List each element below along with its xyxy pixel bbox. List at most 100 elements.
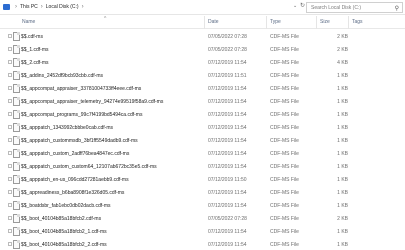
chevron-right-icon[interactable]: › <box>41 4 43 10</box>
file-name: $$_2.cdf-ms <box>21 60 49 66</box>
file-date: 07/12/2019 11:54 <box>208 203 247 209</box>
table-row[interactable]: $$_apppatch_1343992cbbbe0cab.cdf-ms 07/12… <box>0 122 405 133</box>
column-divider[interactable] <box>348 16 349 29</box>
chevron-right-icon[interactable]: › <box>15 4 17 10</box>
column-tags[interactable]: Tags <box>352 19 363 25</box>
checkbox[interactable] <box>8 164 12 168</box>
table-row[interactable]: $$_apppatch_custommsdb_3bf1ff5549dadb9.c… <box>0 135 405 146</box>
file-size: 1 KB <box>337 203 348 209</box>
file-type: CDF-MS File <box>270 125 299 131</box>
chevron-down-icon[interactable]: ⌄ <box>293 3 297 9</box>
column-type[interactable]: Type <box>270 19 281 25</box>
file-type: CDF-MS File <box>270 242 299 248</box>
address-bar[interactable]: › This PC › Local Disk (C:) › ⌄ ↻ Search… <box>0 0 405 15</box>
file-date: 07/05/2022 07:28 <box>208 216 247 222</box>
file-icon <box>13 188 20 197</box>
search-icon[interactable]: ⚲ <box>395 5 399 12</box>
table-row[interactable]: $$_apppatch_custom_custom64_12107ab672bc… <box>0 161 405 172</box>
checkbox[interactable] <box>8 138 12 142</box>
file-size: 1 KB <box>337 86 348 92</box>
breadcrumb-local-disk[interactable]: Local Disk (C:) <box>46 4 79 10</box>
checkbox[interactable] <box>8 242 12 246</box>
column-size[interactable]: Size <box>320 19 330 25</box>
checkbox[interactable] <box>8 203 12 207</box>
file-type: CDF-MS File <box>270 151 299 157</box>
file-type: CDF-MS File <box>270 138 299 144</box>
file-name: $$_appreadiness_b6ba8908f1e326d05.cdf-ms <box>21 190 125 196</box>
checkbox[interactable] <box>8 125 12 129</box>
file-type: CDF-MS File <box>270 229 299 235</box>
checkbox[interactable] <box>8 47 12 51</box>
checkbox[interactable] <box>8 99 12 103</box>
file-icon <box>13 175 20 184</box>
file-icon <box>13 227 20 236</box>
checkbox[interactable] <box>8 177 12 181</box>
checkbox[interactable] <box>8 190 12 194</box>
table-row[interactable]: $$_2.cdf-ms 07/12/2019 11:54 CDF-MS File 4 … <box>0 57 405 68</box>
table-row[interactable]: $$_boot_40104b85a18bfcb2_1.cdf-ms 07/12/2… <box>0 226 405 237</box>
chevron-right-icon[interactable]: › <box>82 4 84 10</box>
file-name: $$_appcompat_appraiser_telemetry_94274e9… <box>21 99 164 105</box>
file-type: CDF-MS File <box>270 60 299 66</box>
table-row[interactable]: $$_boatdsbr_fab1ebc0db02dacb.cdf-ms 07/12… <box>0 200 405 211</box>
file-date: 07/12/2019 11:54 <box>208 112 247 118</box>
file-date: 07/12/2019 11:54 <box>208 242 247 248</box>
file-date: 07/05/2022 07:28 <box>208 34 247 40</box>
file-date: 07/12/2019 11:50 <box>208 177 247 183</box>
checkbox[interactable] <box>8 73 12 77</box>
file-name: $$_apppatch_custom_2adff76bea4847ec.cdf-… <box>21 151 130 157</box>
file-icon <box>13 71 20 80</box>
file-type: CDF-MS File <box>270 34 299 40</box>
refresh-icon[interactable]: ↻ <box>300 2 305 9</box>
checkbox[interactable] <box>8 34 12 38</box>
file-date: 07/12/2019 11:54 <box>208 229 247 235</box>
file-type: CDF-MS File <box>270 112 299 118</box>
checkbox[interactable] <box>8 216 12 220</box>
file-type: CDF-MS File <box>270 47 299 53</box>
checkbox[interactable] <box>8 229 12 233</box>
file-type: CDF-MS File <box>270 177 299 183</box>
file-size: 1 KB <box>337 73 348 79</box>
checkbox[interactable] <box>8 151 12 155</box>
table-row[interactable]: $$_apppatch_en-us_096cdd27281aebb9.cdf-m… <box>0 174 405 185</box>
table-row[interactable]: $$_appcompat_appraiser_telemetry_94274e9… <box>0 96 405 107</box>
checkbox[interactable] <box>8 60 12 64</box>
file-icon <box>13 149 20 158</box>
table-row[interactable]: $$_appcompat_appraiser_33781004733ff4eee… <box>0 83 405 94</box>
file-date: 07/12/2019 11:54 <box>208 138 247 144</box>
column-name[interactable]: Name <box>22 19 35 25</box>
file-name: $$_apppatch_1343992cbbbe0cab.cdf-ms <box>21 125 114 131</box>
file-icon <box>13 58 20 67</box>
column-date[interactable]: Date <box>208 19 219 25</box>
table-row[interactable]: $$_apppatch_custom_2adff76bea4847ec.cdf-… <box>0 148 405 159</box>
file-icon <box>13 201 20 210</box>
file-name: $$_apppatch_custommsdb_3bf1ff5549dadb9.c… <box>21 138 138 144</box>
table-row[interactable]: $$_addins_2452df9bcb93cbb.cdf-ms 07/12/20… <box>0 70 405 81</box>
search-placeholder: Search Local Disk (C:) <box>311 4 362 11</box>
column-divider[interactable] <box>316 16 317 29</box>
file-name: $$_apppatch_custom_custom64_12107ab672bc… <box>21 164 157 170</box>
table-row[interactable]: $$_appcompat_programs_99c7f4199bd5494ca.… <box>0 109 405 120</box>
table-row[interactable]: $$_appreadiness_b6ba8908f1e326d05.cdf-ms… <box>0 187 405 198</box>
table-row[interactable]: $$_1.cdf-ms 07/05/2022 07:28 CDF-MS File 2 … <box>0 44 405 55</box>
checkbox[interactable] <box>8 86 12 90</box>
table-row[interactable]: $$_boot_40104b85a18bfcb2.cdf-ms 07/05/202… <box>0 213 405 224</box>
sort-up-icon: ^ <box>104 16 107 22</box>
checkbox[interactable] <box>8 112 12 116</box>
folder-icon <box>2 3 10 11</box>
file-size: 1 KB <box>337 125 348 131</box>
table-row[interactable]: $$.cdf-ms 07/05/2022 07:28 CDF-MS File 2 KB <box>0 31 405 42</box>
table-row[interactable]: $$_boot_40104b85a18bfcb2_2.cdf-ms 07/12/2… <box>0 239 405 250</box>
file-size: 2 KB <box>337 47 348 53</box>
file-size: 4 KB <box>337 60 348 66</box>
column-header: Name Date Type Size Tags <box>0 16 405 29</box>
column-divider[interactable] <box>266 16 267 29</box>
file-icon <box>13 214 20 223</box>
file-icon <box>13 97 20 106</box>
file-date: 07/12/2019 11:54 <box>208 99 247 105</box>
file-type: CDF-MS File <box>270 203 299 209</box>
breadcrumb-this-pc[interactable]: This PC <box>20 4 38 10</box>
column-divider[interactable] <box>204 16 205 29</box>
file-size: 2 KB <box>337 34 348 40</box>
search-input[interactable]: Search Local Disk (C:) ⚲ <box>306 2 403 13</box>
